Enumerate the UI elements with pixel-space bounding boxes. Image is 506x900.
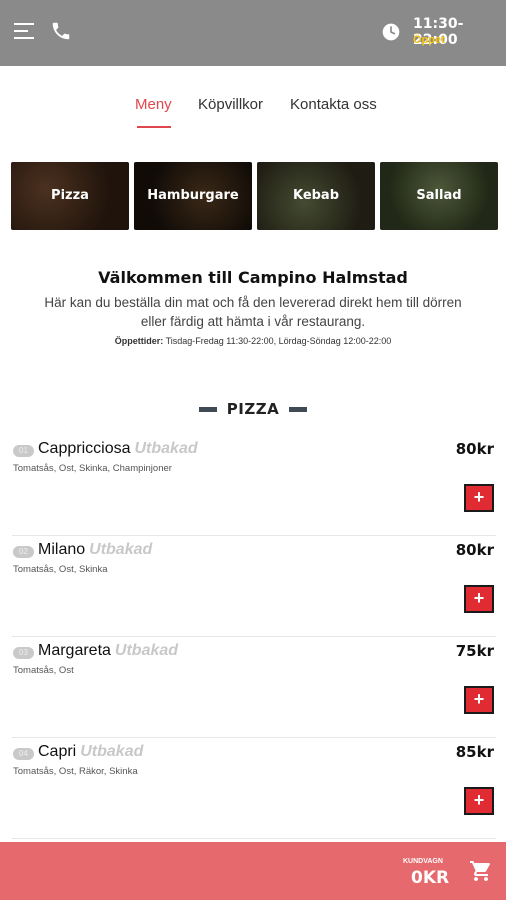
tab-kopvillkor[interactable]: Köpvillkor	[198, 96, 263, 113]
add-to-cart-button[interactable]: +	[464, 484, 494, 512]
clock-icon	[382, 23, 400, 41]
item-tag: Utbakad	[80, 743, 144, 760]
item-name-line: Margareta Utbakad	[38, 642, 178, 660]
item-name-line: Milano Utbakad	[38, 541, 152, 559]
category-hamburgare[interactable]: Hamburgare	[134, 162, 252, 230]
section-title: PIZZA	[226, 400, 280, 418]
item-number-badge: 02	[13, 546, 34, 558]
welcome-title: Välkommen till Campino Halmstad	[98, 268, 408, 287]
nav-tabs: Meny Köpvillkor Kontakta oss	[0, 90, 506, 130]
cart-total: 0KR	[411, 868, 450, 888]
item-number-badge: 04	[13, 748, 34, 760]
item-number-badge: 01	[13, 445, 34, 457]
tab-meny[interactable]: Meny	[135, 96, 172, 113]
add-to-cart-button[interactable]: +	[464, 787, 494, 815]
menu-item: 03 Margareta Utbakad Tomatsås, Ost 75kr +	[12, 638, 496, 738]
category-sallad[interactable]: Sallad	[380, 162, 498, 230]
item-price: 80kr	[455, 440, 494, 458]
welcome-text-line1: Här kan du beställa din mat och få den l…	[44, 295, 462, 310]
opening-hours-value: Tisdag-Fredag 11:30-22:00, Lördag-Söndag…	[165, 336, 392, 346]
cart-bar[interactable]: KUNDVAGN 0KR	[0, 842, 506, 900]
item-name: Capri	[38, 743, 77, 760]
item-price: 75kr	[455, 642, 494, 660]
heading-dash	[198, 407, 217, 412]
item-price: 80kr	[455, 541, 494, 559]
menu-item: 02 Milano Utbakad Tomatsås, Ost, Skinka 8…	[12, 537, 496, 637]
welcome-section: Välkommen till Campino Halmstad Här kan …	[0, 268, 506, 346]
menu-icon[interactable]	[14, 23, 34, 39]
tab-kontakta-oss[interactable]: Kontakta oss	[290, 96, 377, 113]
opening-hours-line: Öppettider: Tisdag-Fredag 11:30-22:00, L…	[0, 336, 506, 346]
item-name-line: Cappricciosa Utbakad	[38, 440, 198, 458]
active-tab-indicator	[137, 126, 171, 128]
add-to-cart-button[interactable]: +	[464, 585, 494, 613]
category-label: Hamburgare	[147, 188, 239, 203]
cart-icon[interactable]	[468, 859, 494, 883]
item-description: Tomatsås, Ost	[13, 665, 74, 676]
menu-item: 01 Cappricciosa Utbakad Tomatsås, Ost, Sk…	[12, 436, 496, 536]
item-tag: Utbakad	[89, 541, 153, 558]
category-list: Pizza Hamburgare Kebab Sallad	[0, 162, 506, 230]
welcome-text-line2: eller färdig att hämta i vår restaurang.	[140, 314, 366, 329]
item-name: Cappricciosa	[38, 440, 131, 457]
opening-hours-label: Öppettider:	[114, 336, 164, 346]
top-bar: 11:30-22:00 Öppet	[0, 0, 506, 66]
section-heading: PIZZA	[0, 400, 506, 418]
item-description: Tomatsås, Ost, Räkor, Skinka	[13, 766, 138, 777]
open-status: Öppet	[413, 34, 445, 46]
item-description: Tomatsås, Ost, Skinka	[13, 564, 108, 575]
heading-dash	[289, 407, 308, 412]
category-kebab[interactable]: Kebab	[257, 162, 375, 230]
item-price: 85kr	[455, 743, 494, 761]
phone-icon[interactable]	[50, 20, 72, 42]
menu-item: 04 Capri Utbakad Tomatsås, Ost, Räkor, Sk…	[12, 739, 496, 839]
item-tag: Utbakad	[134, 440, 198, 457]
item-name-line: Capri Utbakad	[38, 743, 143, 761]
welcome-text: Här kan du beställa din mat och få den l…	[0, 293, 506, 331]
add-to-cart-button[interactable]: +	[464, 686, 494, 714]
item-name: Margareta	[38, 642, 111, 659]
category-label: Kebab	[292, 188, 340, 203]
category-label: Pizza	[51, 188, 89, 203]
item-number-badge: 03	[13, 647, 34, 659]
category-pizza[interactable]: Pizza	[11, 162, 129, 230]
item-description: Tomatsås, Ost, Skinka, Champinjoner	[13, 463, 172, 474]
category-label: Sallad	[416, 188, 462, 203]
cart-label: KUNDVAGN	[403, 858, 443, 865]
item-tag: Utbakad	[114, 642, 179, 659]
item-name: Milano	[38, 541, 86, 558]
